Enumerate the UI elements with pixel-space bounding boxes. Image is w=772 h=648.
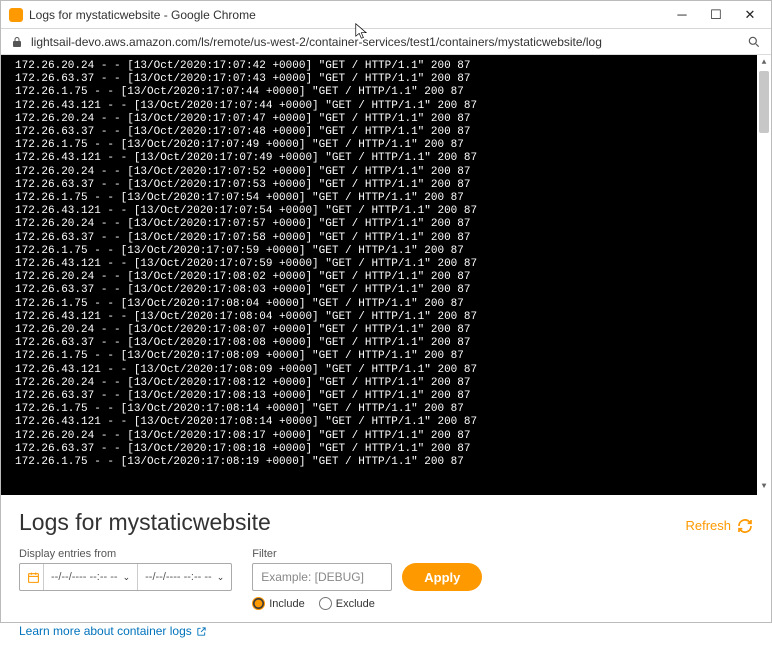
scroll-down-icon[interactable]: ▼	[757, 479, 771, 495]
log-viewer[interactable]: 172.26.20.24 - - [13/Oct/2020:17:07:42 +…	[1, 55, 771, 495]
log-line: 172.26.20.24 - - [13/Oct/2020:17:08:07 +…	[15, 324, 771, 337]
log-line: 172.26.63.37 - - [13/Oct/2020:17:07:58 +…	[15, 232, 771, 245]
display-label: Display entries from	[19, 548, 232, 560]
chevron-down-icon: ⌄	[118, 572, 131, 583]
log-line: 172.26.1.75 - - [13/Oct/2020:17:07:59 +0…	[15, 245, 771, 258]
date-to-field[interactable]: --/--/---- --:-- --⌄	[138, 564, 231, 590]
address-bar[interactable]: lightsail-devo.aws.amazon.com/ls/remote/…	[1, 29, 771, 55]
log-line: 172.26.63.37 - - [13/Oct/2020:17:08:18 +…	[15, 443, 771, 456]
filter-input[interactable]	[252, 563, 392, 591]
log-line: 172.26.20.24 - - [13/Oct/2020:17:07:47 +…	[15, 113, 771, 126]
log-line: 172.26.43.121 - - [13/Oct/2020:17:08:09 …	[15, 364, 771, 377]
log-line: 172.26.20.24 - - [13/Oct/2020:17:08:17 +…	[15, 430, 771, 443]
log-line: 172.26.63.37 - - [13/Oct/2020:17:08:13 +…	[15, 390, 771, 403]
log-line: 172.26.20.24 - - [13/Oct/2020:17:08:12 +…	[15, 377, 771, 390]
external-link-icon	[196, 626, 207, 637]
log-line: 172.26.1.75 - - [13/Oct/2020:17:07:54 +0…	[15, 192, 771, 205]
log-line: 172.26.63.37 - - [13/Oct/2020:17:07:53 +…	[15, 179, 771, 192]
url-text: lightsail-devo.aws.amazon.com/ls/remote/…	[31, 35, 739, 49]
refresh-icon	[737, 518, 753, 534]
log-line: 172.26.43.121 - - [13/Oct/2020:17:07:54 …	[15, 205, 771, 218]
exclude-radio[interactable]: Exclude	[319, 597, 375, 610]
favicon-icon	[9, 8, 23, 22]
log-line: 172.26.43.121 - - [13/Oct/2020:17:07:44 …	[15, 100, 771, 113]
calendar-icon	[20, 564, 44, 590]
log-line: 172.26.43.121 - - [13/Oct/2020:17:07:59 …	[15, 258, 771, 271]
search-icon[interactable]	[747, 35, 761, 49]
log-line: 172.26.1.75 - - [13/Oct/2020:17:07:49 +0…	[15, 139, 771, 152]
window-title: Logs for mystaticwebsite - Google Chrome	[29, 8, 665, 22]
date-range-picker[interactable]: --/--/---- --:-- --⌄ --/--/---- --:-- --…	[19, 563, 232, 591]
refresh-button[interactable]: Refresh	[685, 518, 753, 534]
scroll-thumb[interactable]	[759, 71, 769, 133]
controls-panel: Logs for mystaticwebsite Refresh Display…	[1, 495, 771, 648]
page-title: Logs for mystaticwebsite	[19, 509, 271, 536]
close-button[interactable]: ✕	[733, 2, 767, 28]
log-line: 172.26.1.75 - - [13/Oct/2020:17:08:09 +0…	[15, 350, 771, 363]
date-from-field[interactable]: --/--/---- --:-- --⌄	[44, 564, 138, 590]
minimize-button[interactable]: ─	[665, 2, 699, 28]
log-line: 172.26.20.24 - - [13/Oct/2020:17:07:57 +…	[15, 218, 771, 231]
log-line: 172.26.43.121 - - [13/Oct/2020:17:08:04 …	[15, 311, 771, 324]
maximize-button[interactable]: ☐	[699, 2, 733, 28]
include-radio[interactable]: Include	[252, 597, 304, 610]
scrollbar[interactable]: ▲ ▼	[757, 55, 771, 495]
lock-icon	[11, 36, 23, 48]
log-line: 172.26.20.24 - - [13/Oct/2020:17:08:02 +…	[15, 271, 771, 284]
log-line: 172.26.1.75 - - [13/Oct/2020:17:08:14 +0…	[15, 403, 771, 416]
log-line: 172.26.63.37 - - [13/Oct/2020:17:07:48 +…	[15, 126, 771, 139]
log-line: 172.26.63.37 - - [13/Oct/2020:17:08:08 +…	[15, 337, 771, 350]
scroll-up-icon[interactable]: ▲	[757, 55, 771, 71]
log-line: 172.26.43.121 - - [13/Oct/2020:17:08:14 …	[15, 416, 771, 429]
window-titlebar: Logs for mystaticwebsite - Google Chrome…	[1, 1, 771, 29]
log-line: 172.26.1.75 - - [13/Oct/2020:17:08:19 +0…	[15, 456, 771, 469]
filter-label: Filter	[252, 548, 482, 560]
log-line: 172.26.1.75 - - [13/Oct/2020:17:07:44 +0…	[15, 86, 771, 99]
apply-button[interactable]: Apply	[402, 563, 482, 591]
learn-more-link[interactable]: Learn more about container logs	[19, 624, 207, 638]
log-line: 172.26.1.75 - - [13/Oct/2020:17:08:04 +0…	[15, 298, 771, 311]
log-line: 172.26.20.24 - - [13/Oct/2020:17:07:52 +…	[15, 166, 771, 179]
log-line: 172.26.63.37 - - [13/Oct/2020:17:08:03 +…	[15, 284, 771, 297]
log-line: 172.26.43.121 - - [13/Oct/2020:17:07:49 …	[15, 152, 771, 165]
refresh-label: Refresh	[685, 518, 731, 533]
log-line: 172.26.20.24 - - [13/Oct/2020:17:07:42 +…	[15, 60, 771, 73]
chevron-down-icon: ⌄	[212, 572, 225, 583]
log-line: 172.26.63.37 - - [13/Oct/2020:17:07:43 +…	[15, 73, 771, 86]
